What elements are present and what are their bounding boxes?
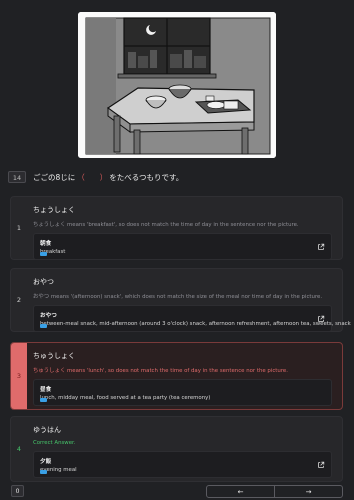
vocab-card: 夕飯 evening meal	[33, 451, 332, 478]
option-number: 3	[11, 343, 27, 409]
vocab-kanji: 夕飯	[40, 459, 52, 465]
option-number: 4	[16, 445, 22, 453]
answer-option-1[interactable]: 1 ちょうしょく ちょうしょく means 'breakfast', so do…	[10, 196, 343, 260]
vocab-kanji: 昼食	[40, 387, 52, 393]
correct-answer-label: Correct Answer.	[33, 440, 76, 446]
footer-bar: 0 ← →	[0, 482, 354, 500]
vocab-card: 朝食 breakfast	[33, 233, 332, 260]
option-word: ちょうしょく	[33, 206, 75, 214]
option-word: おやつ	[33, 278, 54, 286]
vocab-meaning: between-meal snack, mid-afternoon (aroun…	[40, 321, 351, 327]
vocab-kanji: 朝食	[40, 241, 52, 247]
pagination-nav: ← →	[206, 485, 343, 498]
option-word: ゆうはん	[33, 426, 61, 434]
question-illustration	[78, 12, 276, 158]
external-link-icon[interactable]	[317, 461, 325, 469]
option-word: ちゅうしょく	[33, 352, 75, 360]
vocab-card: 昼食 lunch, midday meal, food served at a …	[33, 379, 332, 406]
question-blank: （ ）	[77, 172, 108, 182]
tag-icon	[40, 324, 47, 328]
answer-option-3[interactable]: 3 ちゅうしょく ちゅうしょく means 'lunch', so does n…	[10, 342, 343, 410]
tag-icon	[40, 252, 47, 256]
option-explanation: ちゅうしょく means 'lunch', so does not match …	[33, 368, 288, 374]
answer-option-4[interactable]: 4 ゆうはん Correct Answer. 夕飯 evening meal	[10, 416, 343, 482]
answer-option-2[interactable]: 2 おやつ おやつ means '(afternoon) snack', whi…	[10, 268, 351, 332]
tag-icon	[40, 398, 47, 402]
question-text-after: をたべるつもりです。	[109, 172, 184, 182]
question-row: 14 ごごの8じに （ ） をたべるつもりです。	[8, 170, 183, 184]
vocab-card: おやつ between-meal snack, mid-afternoon (a…	[33, 305, 351, 332]
next-button[interactable]: →	[275, 486, 342, 497]
option-number: 1	[16, 224, 22, 232]
external-link-icon[interactable]	[317, 243, 325, 251]
tag-icon	[40, 470, 47, 474]
vocab-meaning: breakfast	[40, 249, 66, 255]
vocab-meaning: evening meal	[40, 467, 77, 473]
external-link-icon[interactable]	[317, 315, 325, 323]
vocab-kanji: おやつ	[40, 313, 57, 319]
option-number: 2	[16, 296, 22, 304]
vocab-meaning: lunch, midday meal, food served at a tea…	[40, 395, 211, 401]
counter-button[interactable]: 0	[11, 485, 24, 497]
question-number: 14	[8, 171, 26, 183]
question-text-before: ごごの8じに	[33, 172, 76, 182]
option-explanation: ちょうしょく means 'breakfast', so does not ma…	[33, 222, 299, 228]
option-explanation: おやつ means '(afternoon) snack', which doe…	[33, 294, 323, 300]
prev-button[interactable]: ←	[207, 486, 275, 497]
